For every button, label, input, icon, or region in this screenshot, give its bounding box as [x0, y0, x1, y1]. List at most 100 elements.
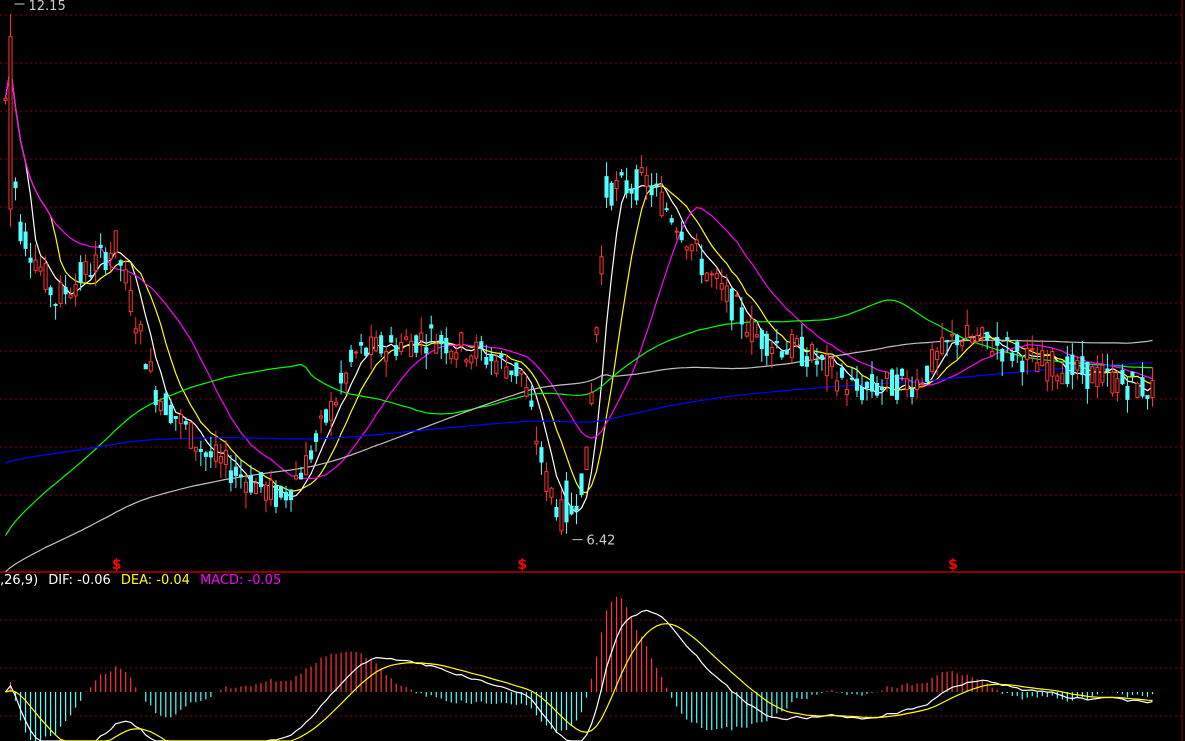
- candle-body: [1015, 341, 1020, 352]
- candle-body: [153, 390, 158, 406]
- candle-body: [208, 451, 213, 458]
- candle-body: [233, 466, 238, 476]
- candle-body: [474, 341, 479, 359]
- candle-body: [1090, 366, 1095, 384]
- candle-body: [639, 167, 644, 174]
- dividend-marker: $: [112, 557, 122, 573]
- candle-body: [429, 324, 434, 329]
- stock-chart: 12.15 6.42 $ $ $: [0, 0, 1185, 741]
- candle-body: [990, 351, 995, 356]
- candle-body: [178, 414, 183, 425]
- candle-body: [910, 388, 915, 397]
- candle-body: [839, 367, 845, 378]
- candle-body: [940, 337, 945, 355]
- candle-body: [103, 252, 108, 270]
- candle-body: [263, 484, 269, 501]
- candle-body: [303, 455, 309, 476]
- candle-body: [900, 368, 905, 376]
- candle-body: [524, 387, 529, 397]
- candle-body: [489, 354, 494, 362]
- candle-body: [404, 336, 409, 340]
- candle-body: [970, 337, 975, 343]
- candle-body: [714, 272, 719, 279]
- candle-body: [183, 421, 188, 425]
- candle-body: [148, 361, 153, 372]
- dividend-marker: $: [948, 557, 958, 573]
- candle-body: [63, 286, 68, 295]
- candle-body: [834, 380, 840, 392]
- candle-body: [58, 282, 63, 304]
- candle-body: [409, 340, 414, 358]
- candle-body: [574, 505, 579, 511]
- candle-body: [308, 450, 314, 460]
- candle-body: [1005, 337, 1010, 340]
- candle-body: [849, 377, 855, 380]
- candle-body: [28, 257, 33, 263]
- candle-body: [584, 446, 589, 470]
- candle-body: [859, 387, 865, 401]
- candle-body: [514, 362, 519, 377]
- candle-body: [509, 370, 514, 376]
- candle-body: [965, 324, 970, 339]
- candle-body: [73, 283, 78, 297]
- candle-body: [248, 475, 253, 493]
- candle-body: [158, 400, 163, 412]
- candle-body: [369, 336, 374, 355]
- candle-body: [649, 185, 654, 196]
- candle-body: [83, 261, 88, 275]
- candle-body: [203, 452, 208, 457]
- candle-body: [23, 231, 28, 249]
- candle-body: [789, 334, 794, 358]
- candle-body: [884, 371, 890, 379]
- candle-body: [819, 355, 824, 360]
- candle-body: [624, 180, 629, 194]
- macd-lines: [5, 609, 1153, 741]
- candle-body: [1140, 377, 1145, 397]
- candle-body: [389, 335, 394, 343]
- candle-body: [659, 191, 664, 217]
- candle-body: [679, 231, 684, 241]
- candle-body: [664, 208, 669, 211]
- candle-body: [434, 343, 439, 354]
- candle-body: [1050, 350, 1055, 377]
- dividend-marker: $: [517, 557, 527, 573]
- candle-body: [1135, 382, 1140, 398]
- candle-body: [794, 338, 799, 346]
- candle-body: [339, 372, 344, 384]
- candle-body: [349, 349, 354, 363]
- candle-body: [869, 374, 875, 392]
- candle-body: [228, 470, 233, 483]
- candle-body: [594, 327, 599, 336]
- candle-body: [694, 239, 699, 245]
- candle-body: [354, 351, 359, 354]
- candle-body: [38, 266, 43, 272]
- candle-body: [874, 382, 880, 396]
- candle-body: [504, 366, 509, 379]
- candle-body: [915, 379, 920, 391]
- candle-body: [674, 230, 679, 233]
- candle-body: [1085, 361, 1090, 389]
- candle-body: [734, 294, 739, 297]
- candle-body: [424, 347, 429, 354]
- candle-body: [298, 472, 304, 480]
- candle-body: [1120, 369, 1125, 385]
- candle-body: [824, 354, 829, 377]
- candle-body: [1055, 375, 1060, 382]
- candle-body: [529, 400, 534, 407]
- candle-body: [118, 260, 123, 266]
- candle-body: [364, 347, 369, 356]
- candle-body: [1105, 368, 1110, 372]
- candle-body: [68, 294, 73, 299]
- candle-body: [359, 342, 364, 346]
- candle-body: [268, 479, 274, 500]
- moving-average-lines: [4, 67, 1153, 573]
- candle-body: [1060, 372, 1065, 385]
- candle-body: [774, 341, 779, 344]
- candle-body: [223, 449, 228, 466]
- candle-body: [699, 258, 704, 276]
- candle-body: [318, 415, 324, 419]
- dif-line: [5, 609, 1153, 741]
- candle-body: [123, 269, 128, 284]
- candle-body: [950, 334, 955, 337]
- candle-body: [634, 169, 639, 201]
